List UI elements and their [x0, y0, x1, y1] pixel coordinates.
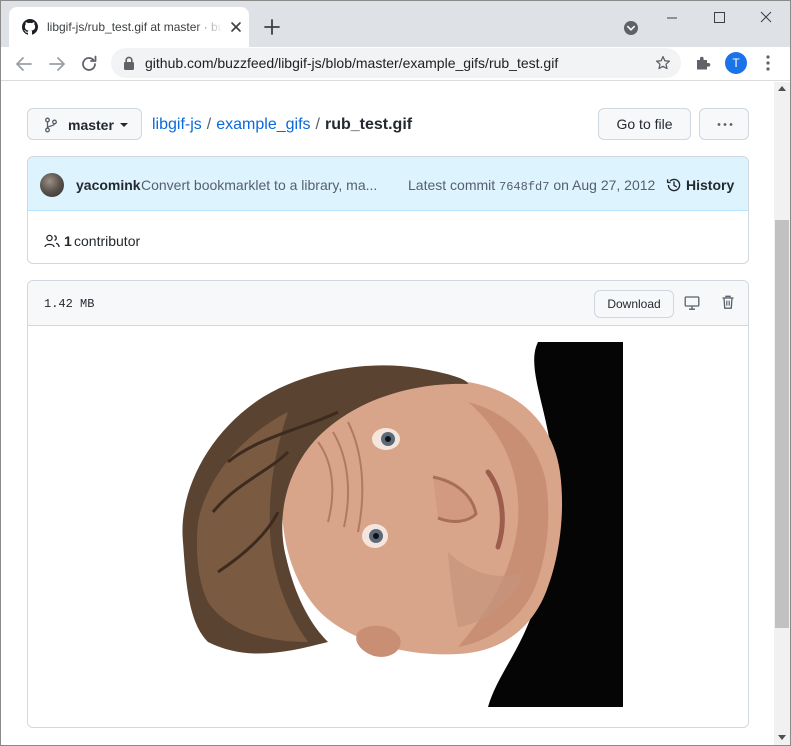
bookmark-star-icon[interactable] [655, 55, 671, 71]
browser-window: libgif-js/rub_test.gif at master · buzzf… [0, 0, 791, 746]
go-to-file-button[interactable]: Go to file [598, 108, 691, 140]
history-clock-icon [666, 178, 681, 192]
branch-select-button[interactable]: master [27, 108, 142, 140]
contributor-count: 1 [64, 233, 72, 249]
scroll-up-arrow-icon[interactable] [778, 86, 786, 91]
commit-prefix: Latest commit [408, 177, 496, 193]
browser-toolbar: github.com/buzzfeed/libgif-js/blob/maste… [1, 47, 790, 81]
scroll-thumb[interactable] [775, 220, 789, 628]
url-text[interactable]: github.com/buzzfeed/libgif-js/blob/maste… [145, 55, 558, 71]
tab-close-icon[interactable] [228, 19, 244, 35]
contributor-label: contributor [74, 233, 141, 249]
address-bar[interactable]: github.com/buzzfeed/libgif-js/blob/maste… [111, 48, 681, 78]
maximize-icon[interactable] [704, 5, 734, 31]
more-options-button[interactable] [699, 108, 749, 140]
download-button[interactable]: Download [594, 290, 674, 318]
history-label: History [686, 177, 735, 193]
back-arrow-icon[interactable] [13, 53, 35, 75]
commit-message-link[interactable]: Convert bookmarklet to a library, ma... [141, 177, 381, 193]
profile-avatar[interactable]: T [725, 52, 747, 74]
kebab-horizontal-icon [717, 123, 733, 126]
file-header: 1.42 MB Download [28, 281, 748, 326]
breadcrumb-separator: / [315, 116, 320, 133]
tab-search-icon[interactable] [621, 18, 641, 38]
forward-arrow-icon[interactable] [46, 53, 68, 75]
file-viewer: 1.42 MB Download [27, 280, 749, 728]
breadcrumb-repo-link[interactable]: libgif-js [152, 116, 202, 133]
commit-header: yacomink Convert bookmarklet to a librar… [28, 157, 748, 211]
trash-icon[interactable] [720, 294, 736, 310]
gif-image [168, 342, 623, 707]
commit-date: on Aug 27, 2012 [553, 177, 656, 193]
chrome-menu-icon[interactable] [761, 54, 775, 72]
avatar[interactable] [40, 173, 64, 197]
window-close-icon[interactable] [751, 5, 781, 31]
latest-commit-box: yacomink Convert bookmarklet to a librar… [27, 156, 749, 264]
lock-icon[interactable] [123, 56, 135, 70]
commit-sha-link[interactable]: 7648fd7 [499, 180, 549, 194]
breadcrumb-folder-link[interactable]: example_gifs [216, 116, 310, 133]
commit-author-link[interactable]: yacomink [76, 177, 141, 193]
tab-strip: libgif-js/rub_test.gif at master · buzzf… [1, 1, 790, 47]
tab-title: libgif-js/rub_test.gif at master · buzzf… [47, 20, 223, 34]
file-size: 1.42 MB [44, 297, 95, 311]
branch-label: master [68, 117, 114, 133]
github-favicon-icon [22, 19, 38, 35]
gif-preview-area [28, 326, 748, 727]
breadcrumb: libgif-js / example_gifs / rub_test.gif [152, 115, 412, 135]
desktop-icon[interactable] [684, 295, 700, 311]
chevron-down-icon [120, 123, 128, 127]
new-tab-plus-icon[interactable] [259, 14, 285, 40]
people-icon [44, 234, 60, 248]
reload-icon[interactable] [78, 53, 100, 75]
page-viewport: master libgif-js / example_gifs / rub_test.g… [1, 82, 774, 745]
browser-tab[interactable]: libgif-js/rub_test.gif at master · buzzf… [9, 7, 249, 47]
vertical-scrollbar[interactable] [774, 82, 790, 745]
breadcrumb-file-name: rub_test.gif [324, 116, 413, 133]
extensions-puzzle-icon[interactable] [694, 54, 712, 72]
breadcrumb-separator: / [206, 116, 212, 133]
commit-meta: Latest commit 7648fd7 on Aug 27, 2012 [408, 177, 655, 195]
scroll-down-arrow-icon[interactable] [778, 735, 786, 740]
git-branch-icon [45, 117, 57, 133]
minimize-icon[interactable] [657, 5, 687, 31]
